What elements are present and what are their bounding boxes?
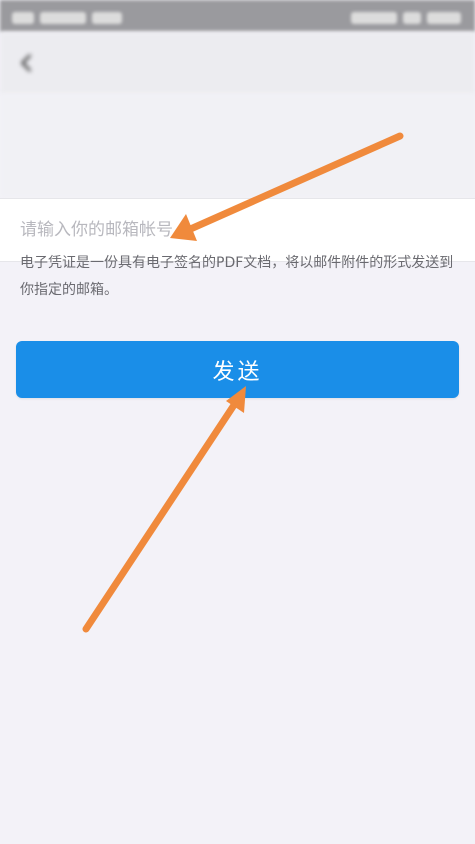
status-bar bbox=[0, 0, 475, 32]
arrow-to-send-button bbox=[82, 386, 246, 633]
status-right bbox=[311, 9, 461, 24]
back-arrow-icon[interactable] bbox=[16, 52, 38, 74]
app-screen: 电子凭证是一份具有电子签名的PDF文档，将以邮件附件的形式发送到你指定的邮箱。 … bbox=[0, 0, 475, 844]
description-text: 电子凭证是一份具有电子签名的PDF文档，将以邮件附件的形式发送到你指定的邮箱。 bbox=[20, 255, 454, 298]
account-info bbox=[0, 94, 475, 198]
status-left bbox=[12, 9, 142, 24]
send-button[interactable]: 发送 bbox=[16, 341, 459, 398]
top-bar bbox=[0, 32, 475, 94]
